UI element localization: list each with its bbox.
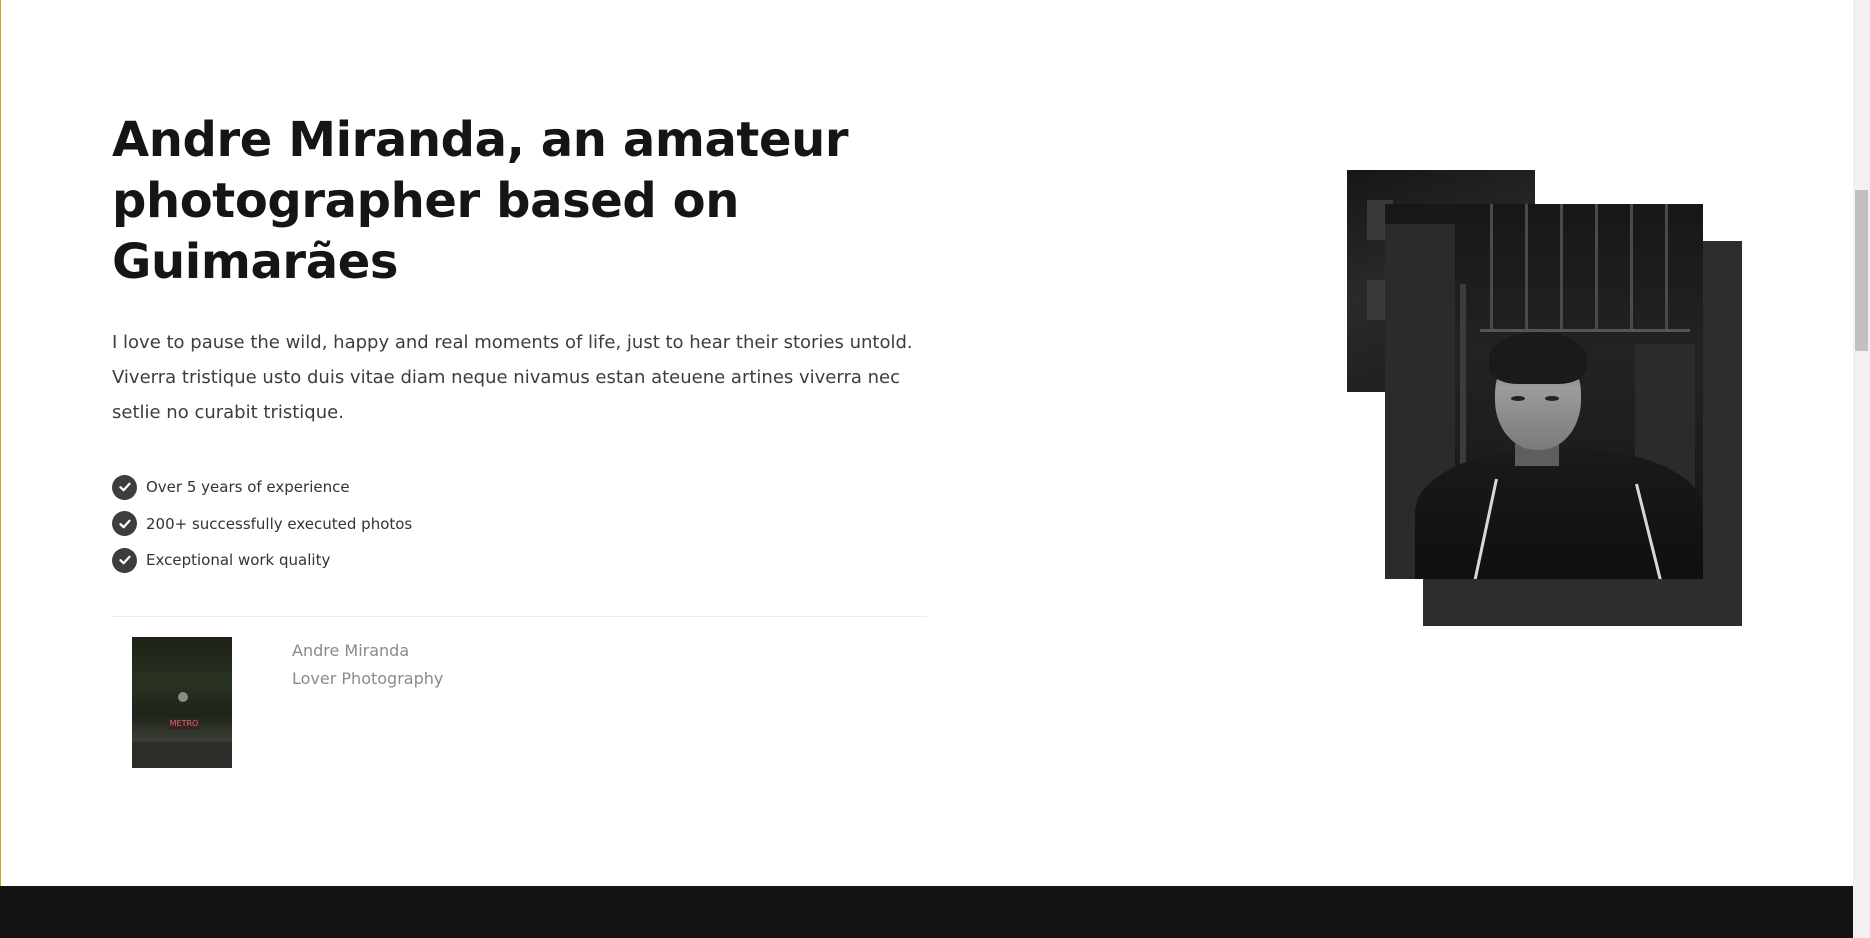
- vertical-scrollbar[interactable]: [1853, 0, 1870, 938]
- feature-list: Over 5 years of experience 200+ successf…: [112, 469, 932, 579]
- thumb-ground: [132, 741, 232, 768]
- portrait-photo-stack: [1347, 170, 1742, 627]
- feature-label: Exceptional work quality: [146, 551, 331, 570]
- author-role: Lover Photography: [292, 668, 444, 688]
- eye-shape: [1545, 396, 1559, 401]
- page-title: Andre Miranda, an amateur photographer b…: [112, 110, 932, 293]
- scrollbar-thumb[interactable]: [1855, 190, 1868, 351]
- feature-label: Over 5 years of experience: [146, 478, 350, 497]
- balcony-railing: [1480, 204, 1690, 332]
- author-block: METRO Andre Miranda Lover Photography: [112, 617, 932, 768]
- left-accent-line: [0, 0, 1, 886]
- check-circle-icon: [112, 474, 137, 500]
- about-section: Andre Miranda, an amateur photographer b…: [112, 110, 932, 768]
- footer-band: [0, 886, 1853, 938]
- metro-sign: METRO: [169, 718, 199, 729]
- feature-item: Over 5 years of experience: [112, 469, 932, 506]
- railing-bar: [1630, 204, 1633, 329]
- feature-item: Exceptional work quality: [112, 542, 932, 579]
- headline-line-2: photographer based on Guimarães: [112, 173, 740, 290]
- author-name: Andre Miranda: [292, 640, 410, 660]
- railing-bar: [1490, 204, 1493, 329]
- check-circle-icon: [112, 547, 137, 573]
- eye-shape: [1511, 396, 1525, 401]
- intro-paragraph: I love to pause the wild, happy and real…: [112, 332, 913, 423]
- feature-label: 200+ successfully executed photos: [146, 514, 413, 533]
- portrait-photo: [1385, 204, 1703, 579]
- author-thumbnail-image: METRO: [132, 636, 232, 768]
- railing-bar: [1665, 204, 1668, 329]
- railing-bar: [1595, 204, 1598, 329]
- lamp-shape: [178, 691, 188, 702]
- headline-line-1: Andre Miranda, an amateur: [112, 112, 849, 168]
- railing-bar: [1560, 204, 1563, 329]
- feature-item: 200+ successfully executed photos: [112, 506, 932, 543]
- hair-shape: [1489, 332, 1587, 384]
- hoodie-shape: [1415, 449, 1703, 579]
- railing-bar: [1525, 204, 1528, 329]
- check-circle-icon: [112, 511, 137, 537]
